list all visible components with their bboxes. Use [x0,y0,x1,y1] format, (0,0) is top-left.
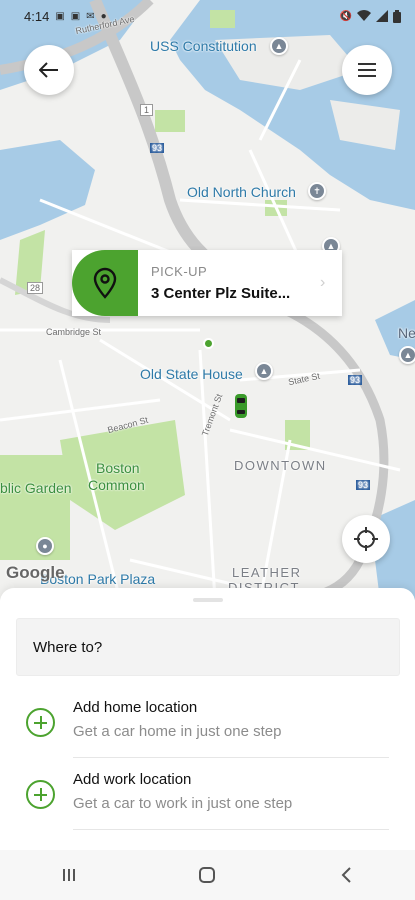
signal-icon [376,10,388,22]
add-circle-icon [26,780,55,809]
map-label-downtown: DOWNTOWN [234,458,327,473]
status-bar: 4:14 ▣ ▣ ✉ ● 🔇 [0,0,415,32]
pickup-location-dot [203,338,214,349]
divider [73,757,389,758]
pickup-badge [72,250,138,316]
gmail-icon: ✉ [86,10,95,22]
map-label-edge: Ne [398,325,415,341]
route-shield: 93 [150,143,165,153]
menu-button[interactable] [342,45,392,95]
back-button[interactable] [24,45,74,95]
recent-apps-button[interactable] [49,855,89,895]
route-shield: 28 [27,282,44,294]
map-label-old-state-house: Old State House [140,366,243,382]
chevron-left-icon [341,867,351,883]
map-label-boston: Boston [96,460,140,476]
mute-icon: 🔇 [339,10,352,22]
add-home-subtitle: Get a car home in just one step [73,723,282,740]
battery-icon [393,9,401,23]
recenter-location-button[interactable] [342,515,390,563]
map-label-old-north-church: Old North Church [187,184,296,200]
google-attribution: Google [6,563,65,582]
hamburger-menu-icon [358,63,376,77]
destination-search-placeholder: Where to? [33,638,103,656]
church-icon: ✝ [308,182,326,200]
pickup-card[interactable]: PICK-UP 3 Center Plz Suite... › [72,250,342,316]
dot-icon: ● [100,10,107,22]
map-label-leather: LEATHER [232,565,302,580]
landmark-icon: ▲ [270,37,288,55]
recents-icon [63,869,76,881]
landmark-icon: ▲ [399,346,415,364]
image-icon: ▣ [70,10,81,22]
street-label: Cambridge St [46,327,102,337]
sheet-handle[interactable] [193,598,223,602]
system-back-button[interactable] [326,855,366,895]
status-time: 4:14 [24,8,50,24]
map-pin-icon [93,267,117,299]
chevron-right-icon: › [320,274,326,291]
landmark-icon: ▲ [255,362,273,380]
add-work-title: Add work location [73,771,192,788]
route-shield: 93 [348,375,363,385]
add-work-location-row[interactable]: Add work location Get a car to work in j… [0,760,415,830]
destination-search-input[interactable]: Where to? [16,618,400,676]
divider [73,829,389,830]
map-label-uss-constitution: USS Constitution [150,38,257,54]
add-work-subtitle: Get a car to work in just one step [73,795,293,812]
add-home-title: Add home location [73,699,198,716]
place-icon: ● [36,537,54,555]
bottom-sheet: Where to? Add home location Get a car ho… [0,588,415,850]
wifi-icon [357,10,371,21]
map-label-common: Common [88,477,145,493]
gallery-icon: ▣ [55,10,65,22]
route-shield: 1 [140,104,154,116]
home-icon [199,867,216,883]
route-shield: 93 [356,480,371,490]
pickup-address: 3 Center Plz Suite... [151,285,291,302]
arrow-left-icon [39,62,58,78]
add-circle-icon [26,708,55,737]
home-button[interactable] [187,855,227,895]
system-navigation-bar [0,850,415,900]
map-label-public-garden: blic Garden [0,480,72,496]
add-home-location-row[interactable]: Add home location Get a car home in just… [0,688,415,758]
crosshair-icon [354,527,378,551]
car-icon [235,394,247,418]
pickup-title: PICK-UP [151,264,208,279]
